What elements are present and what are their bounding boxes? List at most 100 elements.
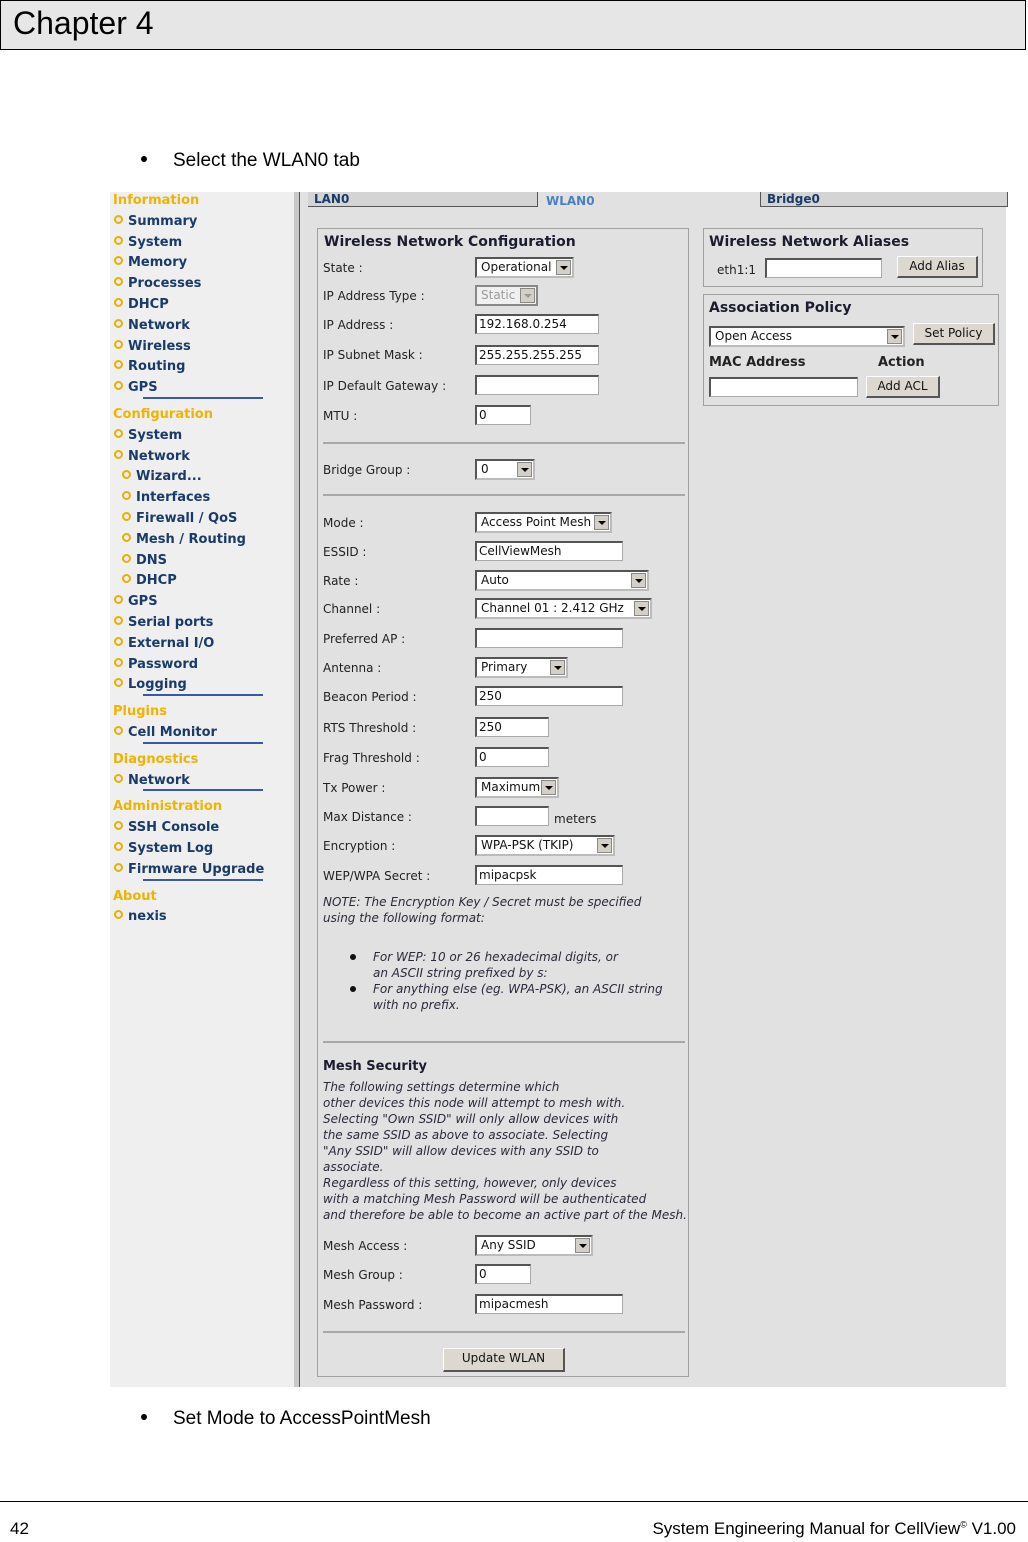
sidebar-item-network-sub-4[interactable]: DNS xyxy=(122,553,167,568)
secret-input[interactable]: mipacpsk xyxy=(475,865,623,885)
encryption-select[interactable]: WPA-PSK (TKIP) xyxy=(475,835,615,856)
chapter-title: Chapter 4 xyxy=(13,5,154,41)
divider xyxy=(323,494,685,496)
bullet-ring-icon xyxy=(114,449,123,459)
tab-lan0[interactable]: LAN0 xyxy=(308,192,538,207)
divider xyxy=(323,442,685,444)
channel-label: Channel : xyxy=(323,602,381,616)
sidebar-section-configuration: Configuration xyxy=(113,407,213,422)
channel-select[interactable]: Channel 01 : 2.412 GHz xyxy=(475,598,652,619)
sidebar-item-config-1[interactable]: Network xyxy=(114,449,190,464)
bullet-ring-icon xyxy=(114,616,123,625)
alias-interface-label: eth1:1 xyxy=(717,263,757,277)
chevron-down-icon xyxy=(594,515,609,530)
router-web-ui-screenshot: Information Summary System Memory Processes D… xyxy=(110,192,1008,1387)
mode-select[interactable]: Access Point Mesh xyxy=(475,512,612,533)
add-alias-button[interactable]: Add Alias xyxy=(897,256,978,278)
preferred-ap-label: Preferred AP : xyxy=(323,632,406,646)
alias-input[interactable] xyxy=(765,258,882,278)
sidebar-item-info-5[interactable]: Network xyxy=(114,318,190,333)
mode-label: Mode : xyxy=(323,516,364,530)
divider xyxy=(323,1041,685,1043)
beacon-input[interactable]: 250 xyxy=(475,686,623,706)
essid-input[interactable]: CellViewMesh xyxy=(475,541,623,561)
sidebar-item-config-0[interactable]: System xyxy=(114,428,182,443)
tab-bridge0[interactable]: Bridge0 xyxy=(760,192,1008,207)
bullet-ring-icon xyxy=(114,842,123,851)
bullet-ring-icon xyxy=(114,381,123,391)
sidebar-item-info-6[interactable]: Wireless xyxy=(114,339,191,354)
beacon-label: Beacon Period : xyxy=(323,690,417,704)
sidebar-item-info-3[interactable]: Processes xyxy=(114,276,201,291)
set-policy-button[interactable]: Set Policy xyxy=(913,323,995,345)
sidebar-item-network-sub-3[interactable]: Mesh / Routing xyxy=(122,532,246,547)
bullet-ring-icon xyxy=(114,678,123,688)
mesh-password-input[interactable]: mipacmesh xyxy=(475,1294,623,1314)
mesh-group-input[interactable]: 0 xyxy=(475,1264,531,1284)
chevron-down-icon xyxy=(597,838,612,853)
chevron-down-icon xyxy=(556,260,571,275)
state-label: State : xyxy=(323,261,363,275)
mesh-access-select[interactable]: Any SSID xyxy=(475,1235,593,1256)
sidebar-item-info-2[interactable]: Memory xyxy=(114,255,187,270)
mesh-security-note: The following settings determine which o… xyxy=(323,1080,687,1222)
sidebar-item-plugin-0[interactable]: Cell Monitor xyxy=(114,725,217,740)
sidebar-item-config-after-3[interactable]: Password xyxy=(114,657,198,672)
sidebar-divider xyxy=(294,192,300,1387)
chevron-down-icon xyxy=(520,288,535,303)
rts-label: RTS Threshold : xyxy=(323,721,417,735)
sidebar-item-diagnostics-0[interactable]: Network xyxy=(114,773,190,788)
sidebar-item-admin-2[interactable]: Firmware Upgrade xyxy=(114,862,264,877)
panel-title: Wireless Network Configuration xyxy=(324,234,576,250)
gateway-label: IP Default Gateway : xyxy=(323,379,447,393)
sidebar-section-about: About xyxy=(113,888,157,904)
interface-tabs: LAN0 WLAN0 Bridge0 xyxy=(300,192,1008,209)
sidebar-item-info-0[interactable]: Summary xyxy=(114,214,197,229)
sidebar-item-info-7[interactable]: Routing xyxy=(114,359,185,374)
sidebar-item-config-after-4[interactable]: Logging xyxy=(114,677,187,692)
chevron-down-icon xyxy=(517,462,532,477)
update-wlan-button[interactable]: Update WLAN xyxy=(443,1348,565,1372)
encryption-note: NOTE: The Encryption Key / Secret must b… xyxy=(323,895,642,925)
sidebar-item-network-sub-2[interactable]: Firewall / QoS xyxy=(122,511,237,526)
bullet-ring-icon xyxy=(114,256,123,266)
ip-address-input[interactable]: 192.168.0.254 xyxy=(475,314,599,334)
footer-divider xyxy=(0,1501,1028,1502)
sidebar-item-admin-1[interactable]: System Log xyxy=(114,841,213,856)
bridge-group-select[interactable]: 0 xyxy=(475,459,535,480)
subnet-input[interactable]: 255.255.255.255 xyxy=(475,345,599,365)
sidebar-section-diagnostics: Diagnostics xyxy=(113,751,199,767)
gateway-input[interactable] xyxy=(475,375,599,395)
sidebar-item-network-sub-1[interactable]: Interfaces xyxy=(122,490,210,505)
policy-select[interactable]: Open Access xyxy=(709,326,905,347)
max-distance-input[interactable] xyxy=(475,806,549,826)
mtu-input[interactable]: 0 xyxy=(475,405,531,425)
mtu-label: MTU : xyxy=(323,409,358,423)
rts-input[interactable]: 250 xyxy=(475,717,549,737)
sidebar-item-admin-0[interactable]: SSH Console xyxy=(114,820,219,835)
mac-address-input[interactable] xyxy=(709,377,858,397)
sidebar-item-network-sub-5[interactable]: DHCP xyxy=(122,573,177,588)
sidebar-section-divider xyxy=(143,397,263,399)
tab-wlan0[interactable]: WLAN0 xyxy=(540,194,760,209)
antenna-select[interactable]: Primary xyxy=(475,657,568,678)
sidebar-item-config-after-0[interactable]: GPS xyxy=(114,594,158,609)
sidebar-item-config-after-2[interactable]: External I/O xyxy=(114,636,214,651)
chevron-down-icon xyxy=(887,329,902,344)
bullet-ring-icon xyxy=(114,910,123,920)
frag-input[interactable]: 0 xyxy=(475,747,549,767)
sidebar-item-info-1[interactable]: System xyxy=(114,235,182,250)
add-acl-button[interactable]: Add ACL xyxy=(866,376,940,398)
rate-select[interactable]: Auto xyxy=(475,570,649,591)
tx-power-label: Tx Power : xyxy=(323,781,386,795)
sidebar-item-config-after-1[interactable]: Serial ports xyxy=(114,615,213,630)
state-select[interactable]: Operational xyxy=(475,257,574,278)
sidebar-item-info-8[interactable]: GPS xyxy=(114,380,158,395)
bullet-icon xyxy=(141,1413,147,1420)
tx-power-select[interactable]: Maximum xyxy=(475,777,559,798)
bullet-ring-icon xyxy=(114,360,123,370)
sidebar-item-about-0[interactable]: nexis xyxy=(114,909,167,924)
sidebar-item-network-sub-0[interactable]: Wizard... xyxy=(122,469,202,484)
preferred-ap-input[interactable] xyxy=(475,628,623,648)
sidebar-item-info-4[interactable]: DHCP xyxy=(114,297,169,312)
